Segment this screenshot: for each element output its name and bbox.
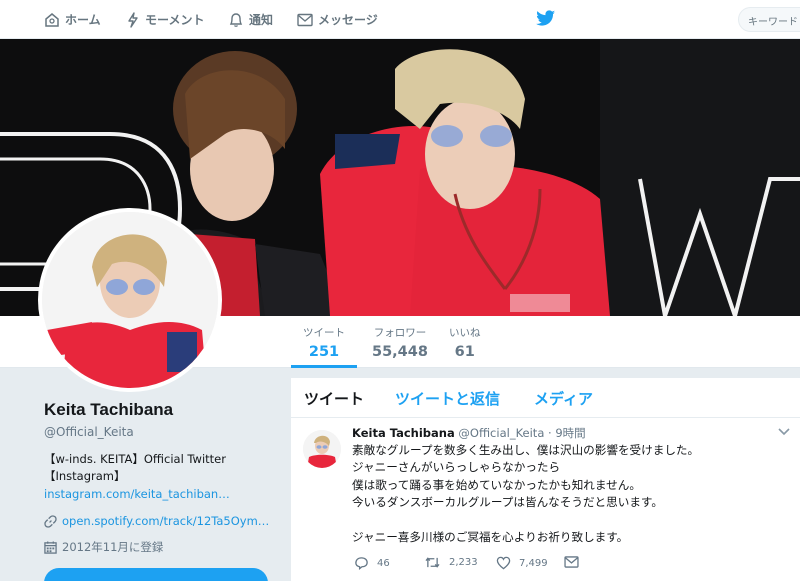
tweet-header: Keita Tachibana @Official_Keita · 9時間: [352, 425, 586, 441]
profile-handle: @Official_Keita: [44, 425, 134, 439]
tweet-avatar[interactable]: [303, 430, 341, 468]
like-count: 7,499: [519, 557, 548, 569]
link-icon: [44, 514, 57, 528]
profile-spotify-link[interactable]: open.spotify.com/track/12Ta5Oym…: [44, 514, 269, 528]
nav-home-label: ホーム: [65, 13, 101, 27]
stat-tweets[interactable]: ツイート 251: [303, 325, 345, 360]
tab-media[interactable]: メディア: [534, 388, 593, 409]
top-nav: ホーム モーメント 通知 メッセージ キーワード: [0, 0, 800, 39]
reply-action[interactable]: 46: [354, 556, 390, 570]
nav-moments[interactable]: モーメント: [126, 0, 205, 39]
spotify-link-text: open.spotify.com/track/12Ta5Oym…: [62, 514, 270, 528]
home-icon: [45, 12, 59, 27]
retweet-count: 2,233: [449, 557, 478, 568]
nav-home[interactable]: ホーム: [44, 0, 101, 39]
nav-notifications[interactable]: 通知: [228, 0, 273, 39]
tweet-author-handle[interactable]: @Official_Keita: [458, 426, 544, 440]
lightning-icon: [128, 11, 138, 28]
like-action[interactable]: 7,499: [496, 556, 548, 570]
stat-tweets-label: ツイート: [303, 327, 345, 339]
stat-followers-label: フォロワー: [373, 327, 427, 339]
direct-message-action[interactable]: [564, 556, 587, 568]
tweet-timestamp[interactable]: 9時間: [555, 426, 585, 440]
search-placeholder: キーワード: [748, 17, 798, 28]
tweet-separator: ·: [548, 426, 552, 440]
profile-avatar[interactable]: [38, 208, 222, 392]
stat-followers[interactable]: フォロワー 55,448: [372, 325, 428, 360]
retweet-icon: [425, 557, 440, 568]
nav-moments-label: モーメント: [145, 13, 205, 27]
stat-followers-value: 55,448: [372, 344, 428, 360]
stat-tweets-value: 251: [308, 344, 340, 360]
reply-icon: [355, 557, 368, 570]
tweet-avatar-image: [303, 430, 341, 468]
stat-likes[interactable]: いいね 61: [449, 325, 481, 360]
nav-notifications-label: 通知: [249, 13, 274, 27]
bell-icon: [229, 12, 243, 27]
timeline: ツイート ツイートと返信 メディア Keita Tachibana @Offic…: [291, 378, 800, 581]
search-input[interactable]: キーワード: [738, 7, 800, 32]
tab-tweets-and-replies[interactable]: ツイートと返信: [395, 388, 500, 409]
envelope-icon: [297, 13, 313, 26]
nav-messages[interactable]: メッセージ: [297, 0, 378, 39]
twitter-bird-icon[interactable]: [536, 10, 556, 27]
bio-line-1: 【w-inds. KEITA】Official Twitter: [44, 452, 226, 466]
follow-button[interactable]: [44, 568, 268, 581]
tweet-text: 素敵なグループを数多く生み出し、僕は沢山の影響を受けました。 ジャニーさんがいら…: [352, 443, 700, 545]
profile-bio: 【w-inds. KEITA】Official Twitter 【Instagr…: [44, 451, 226, 485]
nav-messages-label: メッセージ: [318, 13, 378, 27]
envelope-icon: [564, 556, 579, 568]
bio-line-2: 【Instagram】: [44, 469, 126, 483]
profile-joined: 2012年11月に登録: [44, 539, 163, 555]
calendar-icon: [44, 540, 57, 554]
stat-likes-label: いいね: [449, 327, 481, 339]
tab-tweets[interactable]: ツイート: [304, 388, 364, 409]
avatar-image: [42, 212, 218, 388]
active-stat-underline: [291, 365, 357, 368]
tweet-author-name[interactable]: Keita Tachibana: [352, 426, 455, 440]
profile-instagram-link[interactable]: instagram.com/keita_tachiban…: [44, 487, 230, 501]
joined-text: 2012年11月に登録: [62, 540, 164, 554]
reply-count: 46: [377, 557, 390, 569]
stat-likes-value: 61: [454, 344, 475, 360]
chevron-down-icon[interactable]: [778, 428, 790, 436]
heart-icon: [496, 556, 511, 570]
profile-name: Keita Tachibana: [44, 400, 174, 419]
timeline-tabs: ツイート ツイートと返信 メディア: [291, 378, 800, 418]
retweet-action[interactable]: 2,233: [424, 556, 478, 569]
